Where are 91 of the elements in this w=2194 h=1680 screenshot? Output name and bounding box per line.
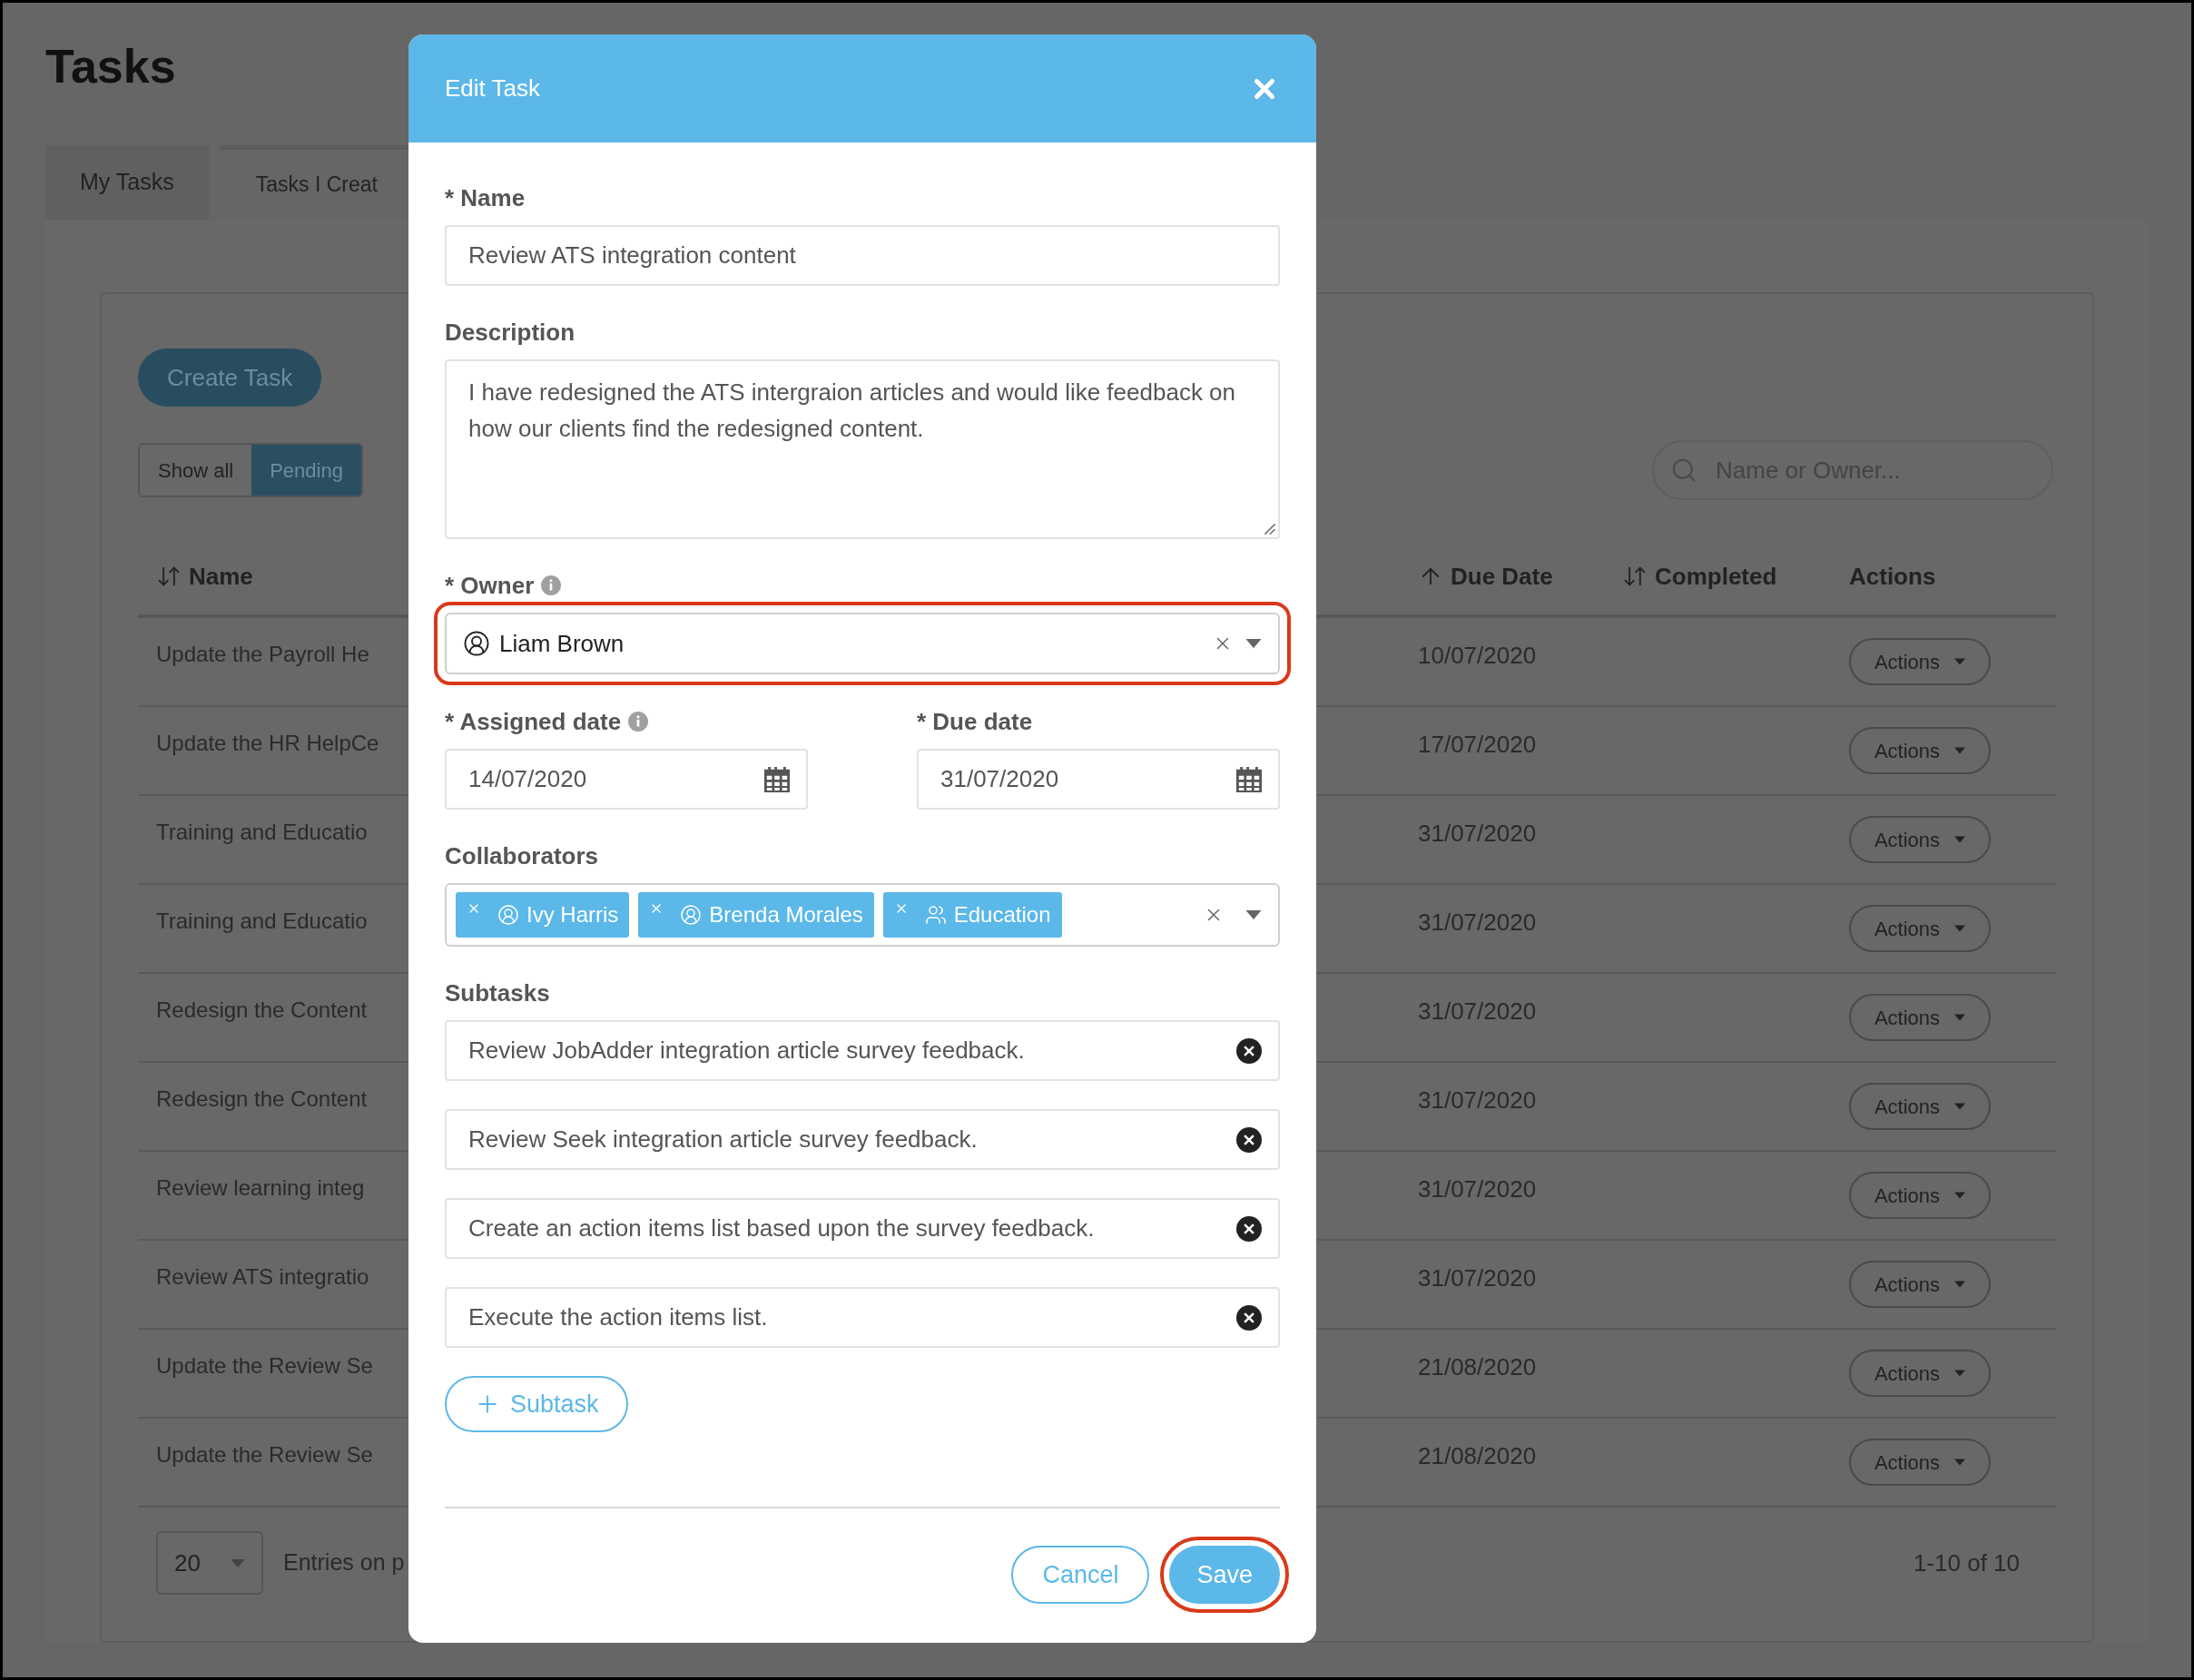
table-cell-text: 21/08/2020 — [1418, 1352, 1537, 1382]
table-cell-text: Training and Educatio — [156, 908, 368, 935]
table-cell-text: 17/07/2020 — [1418, 730, 1537, 760]
actions-button[interactable]: Actions — [1849, 816, 1991, 863]
actions-button[interactable]: Actions — [1849, 1350, 1991, 1397]
table-cell-text: Update the Review Se — [156, 1441, 373, 1469]
person-icon — [497, 904, 519, 926]
table-cell-text: Redesign the Content — [156, 1086, 368, 1113]
table-cell-text: 31/07/2020 — [1418, 819, 1537, 849]
actions-button[interactable]: Actions — [1849, 905, 1991, 952]
caret-icon — [1954, 1103, 1966, 1110]
dialog-title: Edit Task — [445, 74, 540, 103]
collaborator-tag[interactable]: Education — [882, 892, 1062, 938]
table-cell-text: Review ATS integratio — [156, 1263, 369, 1291]
column-header[interactable]: Actions — [1849, 558, 1936, 594]
caret-icon — [1954, 925, 1966, 932]
calendar-icon — [764, 766, 790, 792]
table-cell-text: 10/07/2020 — [1418, 641, 1537, 671]
table-cell-text: 31/07/2020 — [1418, 1263, 1537, 1293]
remove-icon[interactable] — [1236, 1215, 1262, 1242]
column-header[interactable]: Due Date — [1451, 558, 1553, 594]
collaborator-tag[interactable]: Brenda Morales — [638, 892, 874, 938]
actions-button[interactable]: Actions — [1849, 727, 1991, 774]
actions-button[interactable]: Actions — [1849, 1172, 1991, 1219]
caret-icon — [231, 1558, 245, 1567]
collaborator-tag[interactable]: Ivy Harris — [456, 892, 630, 938]
caret-icon — [1954, 836, 1966, 843]
caret-icon — [1245, 910, 1262, 919]
actions-button[interactable]: Actions — [1849, 1439, 1991, 1486]
table-cell-text: 31/07/2020 — [1418, 1174, 1537, 1204]
subtask-field[interactable]: Review Seek integration article survey feedback. — [445, 1109, 1280, 1170]
name-field[interactable]: Review ATS integration content — [445, 225, 1280, 286]
subtask-field[interactable]: Execute the action items list. — [445, 1287, 1280, 1348]
field-label: Description — [445, 317, 576, 348]
field-label: * Due date — [917, 706, 1033, 737]
date-field[interactable]: 31/07/2020 — [917, 749, 1280, 810]
pagination-range: 1-10 of 10 — [1913, 1547, 2020, 1578]
actions-button[interactable]: Actions — [1849, 1083, 1991, 1130]
resize-handle-icon[interactable] — [1264, 523, 1276, 535]
caret-icon — [1954, 747, 1966, 754]
caret-icon — [1954, 1459, 1966, 1466]
column-header[interactable]: Name — [189, 558, 253, 594]
table-cell-text: 31/07/2020 — [1418, 908, 1537, 938]
collaborators-select[interactable]: Ivy Harris Brenda Morales Education — [445, 883, 1280, 947]
caret-icon — [1954, 1192, 1966, 1199]
subtask-field[interactable]: Create an action items list based upon the survey feedback. — [445, 1198, 1280, 1259]
remove-icon[interactable] — [1236, 1126, 1262, 1153]
calendar-icon — [1236, 766, 1262, 792]
filter-button[interactable]: Show all — [140, 445, 252, 496]
table-cell-text: 31/07/2020 — [1418, 997, 1537, 1027]
remove-icon[interactable] — [1236, 1037, 1262, 1064]
info-icon — [541, 575, 562, 595]
table-cell-text: Redesign the Content — [156, 997, 368, 1024]
actions-button[interactable]: Actions — [1849, 638, 1991, 685]
entries-label: Entries on p — [283, 1548, 405, 1577]
table-cell-text: Update the Review Se — [156, 1352, 373, 1380]
subtask-field[interactable]: Review JobAdder integration article survey feedback. — [445, 1020, 1280, 1081]
filter-button[interactable]: Pending — [251, 445, 361, 496]
person-icon — [680, 904, 703, 926]
remove-icon[interactable] — [1236, 1304, 1262, 1331]
table-cell-text: Update the Payroll He — [156, 641, 369, 668]
tab[interactable]: My Tasks — [45, 145, 209, 220]
table-cell-text: Update the HR HelpCe — [156, 730, 379, 757]
field-label: Subtasks — [445, 978, 550, 1008]
caret-icon — [1954, 1370, 1966, 1377]
caret-icon — [1245, 639, 1262, 648]
page-size-select[interactable]: 20 — [156, 1531, 263, 1595]
caret-icon — [1954, 1014, 1966, 1021]
field-label: * Assigned date — [445, 706, 622, 737]
caret-icon — [1954, 1281, 1966, 1288]
actions-button[interactable]: Actions — [1849, 1261, 1991, 1308]
description-field[interactable]: I have redesigned the ATS intergraion articles and would like feedback on how our clients find the redesigned content. — [445, 359, 1280, 539]
field-label: Collaborators — [445, 840, 599, 871]
cancel-button[interactable]: Cancel — [1011, 1546, 1150, 1604]
group-icon — [924, 904, 947, 926]
date-field[interactable]: 14/07/2020 — [445, 749, 808, 810]
actions-button[interactable]: Actions — [1849, 994, 1991, 1041]
table-cell-text: 21/08/2020 — [1418, 1441, 1537, 1471]
table-cell-text: Training and Educatio — [156, 819, 368, 846]
column-header[interactable]: Completed — [1655, 558, 1777, 594]
create-task-button[interactable]: Create Task — [138, 349, 322, 407]
info-icon — [628, 712, 649, 732]
search-icon — [1670, 457, 1697, 484]
person-icon — [463, 630, 490, 657]
table-cell-text: Review learning integ — [156, 1174, 365, 1202]
table-cell-text: 31/07/2020 — [1418, 1086, 1537, 1115]
field-label: * Owner — [445, 570, 535, 601]
field-label: * Name — [445, 182, 526, 213]
caret-icon — [1954, 658, 1966, 665]
page-title: Tasks — [45, 39, 176, 94]
add-subtask-button[interactable]: Subtask — [445, 1376, 628, 1432]
